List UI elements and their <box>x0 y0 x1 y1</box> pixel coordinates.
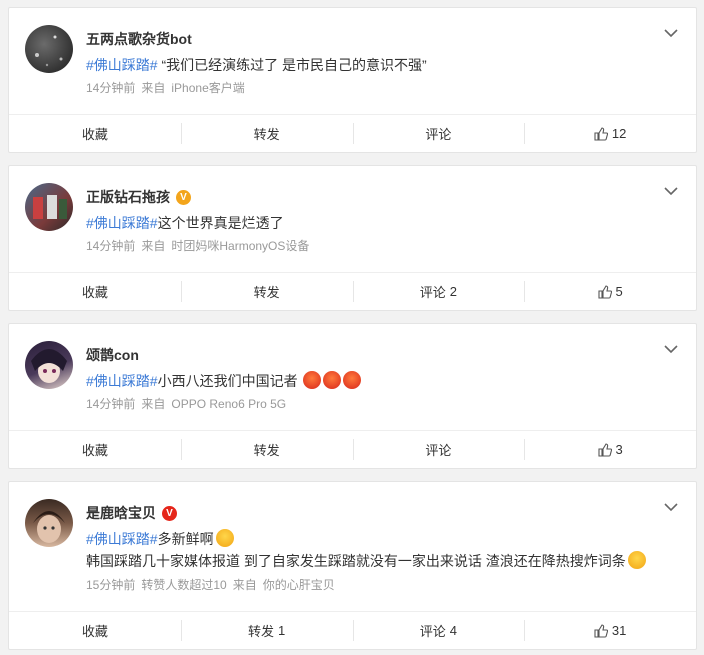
username[interactable]: 正版钻石拖孩 V <box>86 187 191 207</box>
username[interactable]: 是鹿晗宝贝 V <box>86 503 177 523</box>
chevron-down-icon[interactable] <box>664 186 678 196</box>
verified-badge-icon: V <box>162 505 177 521</box>
avatar[interactable] <box>25 25 73 73</box>
collect-button[interactable]: 收藏 <box>9 273 181 310</box>
thumbs-up-icon <box>597 442 612 457</box>
post-time[interactable]: 15分钟前 <box>86 578 135 592</box>
shocked-face-icon <box>627 551 646 569</box>
post-source: 时团妈咪HarmonyOS设备 <box>171 239 310 253</box>
username[interactable]: 颂鹊con <box>86 345 139 365</box>
comment-button[interactable]: 评论 <box>352 115 525 152</box>
like-button[interactable]: 31 <box>524 612 696 649</box>
chevron-down-icon[interactable] <box>664 344 678 354</box>
thumbs-up-icon <box>594 623 608 638</box>
forward-button[interactable]: 转发 1 <box>180 612 353 649</box>
post-meta: 15分钟前 转赞人数超过10 来自 你的心肝宝贝 <box>86 578 335 592</box>
post-meta: 14分钟前 来自 OPPO Reno6 Pro 5G <box>86 397 287 411</box>
forward-button[interactable]: 转发 <box>180 115 353 152</box>
action-bar: 收藏 转发 评论 12 <box>9 114 696 152</box>
post-time[interactable]: 14分钟前 <box>86 397 135 411</box>
like-button[interactable]: 3 <box>524 431 696 468</box>
shocked-face-icon <box>215 529 234 547</box>
post-source: 你的心肝宝贝 <box>262 578 335 592</box>
like-button[interactable]: 12 <box>524 115 696 152</box>
post-text: #佛山踩踏#多新鲜啊 韩国踩踏几十家媒体报道 到了自家发生踩踏就没有一家出来说话… <box>86 528 680 572</box>
post-time[interactable]: 14分钟前 <box>86 239 135 253</box>
post-card: 是鹿晗宝贝 V #佛山踩踏#多新鲜啊 韩国踩踏几十家媒体报道 到了自家发生踩踏就没… <box>8 481 697 650</box>
avatar[interactable] <box>25 183 73 231</box>
collect-button[interactable]: 收藏 <box>9 612 181 649</box>
post-card: 颂鹊con #佛山踩踏#小西八还我们中国记者 14分钟前 来自 OPPO Reno6… <box>8 323 697 469</box>
post-source: OPPO Reno6 Pro 5G <box>171 397 287 411</box>
action-bar: 收藏 转发 评论 2 5 <box>9 272 696 310</box>
collect-button[interactable]: 收藏 <box>9 115 181 152</box>
avatar[interactable] <box>25 341 73 389</box>
username[interactable]: 五两点歌杂货bot <box>86 29 192 49</box>
verified-badge-icon: V <box>176 189 191 205</box>
like-button[interactable]: 5 <box>524 273 696 310</box>
post-time[interactable]: 14分钟前 <box>86 81 135 95</box>
comment-button[interactable]: 评论 2 <box>352 273 525 310</box>
topic-link[interactable]: #佛山踩踏# <box>86 531 158 547</box>
avatar[interactable] <box>25 499 73 547</box>
chevron-down-icon[interactable] <box>664 28 678 38</box>
collect-button[interactable]: 收藏 <box>9 431 181 468</box>
comment-button[interactable]: 评论 4 <box>352 612 525 649</box>
post-text: #佛山踩踏#小西八还我们中国记者 <box>86 370 680 392</box>
action-bar: 收藏 转发 1 评论 4 31 <box>9 611 696 649</box>
comment-button[interactable]: 评论 <box>352 431 525 468</box>
post-card: 正版钻石拖孩 V #佛山踩踏#这个世界真是烂透了 14分钟前 来自 时团妈咪Harmo… <box>8 165 697 311</box>
post-card: 五两点歌杂货bot #佛山踩踏# “我们已经演练过了 是市民自己的意识不强” 1… <box>8 7 697 153</box>
angry-face-icon <box>303 371 322 389</box>
forward-button[interactable]: 转发 <box>180 431 353 468</box>
thumbs-up-icon <box>594 126 608 141</box>
action-bar: 收藏 转发 评论 3 <box>9 430 696 468</box>
post-text: #佛山踩踏# “我们已经演练过了 是市民自己的意识不强” <box>86 57 427 73</box>
topic-link[interactable]: #佛山踩踏# <box>86 57 158 73</box>
forward-note: 转赞人数超过10 <box>141 578 227 592</box>
post-text: #佛山踩踏#这个世界真是烂透了 <box>86 215 284 231</box>
post-source: iPhone客户端 <box>171 81 245 95</box>
topic-link[interactable]: #佛山踩踏# <box>86 215 158 231</box>
post-meta: 14分钟前 来自 时团妈咪HarmonyOS设备 <box>86 239 310 253</box>
topic-link[interactable]: #佛山踩踏# <box>86 373 158 389</box>
forward-button[interactable]: 转发 <box>180 273 353 310</box>
angry-face-icon <box>323 371 342 389</box>
post-meta: 14分钟前 来自 iPhone客户端 <box>86 81 245 95</box>
chevron-down-icon[interactable] <box>664 502 678 512</box>
thumbs-up-icon <box>597 284 612 299</box>
angry-face-icon <box>343 371 362 389</box>
